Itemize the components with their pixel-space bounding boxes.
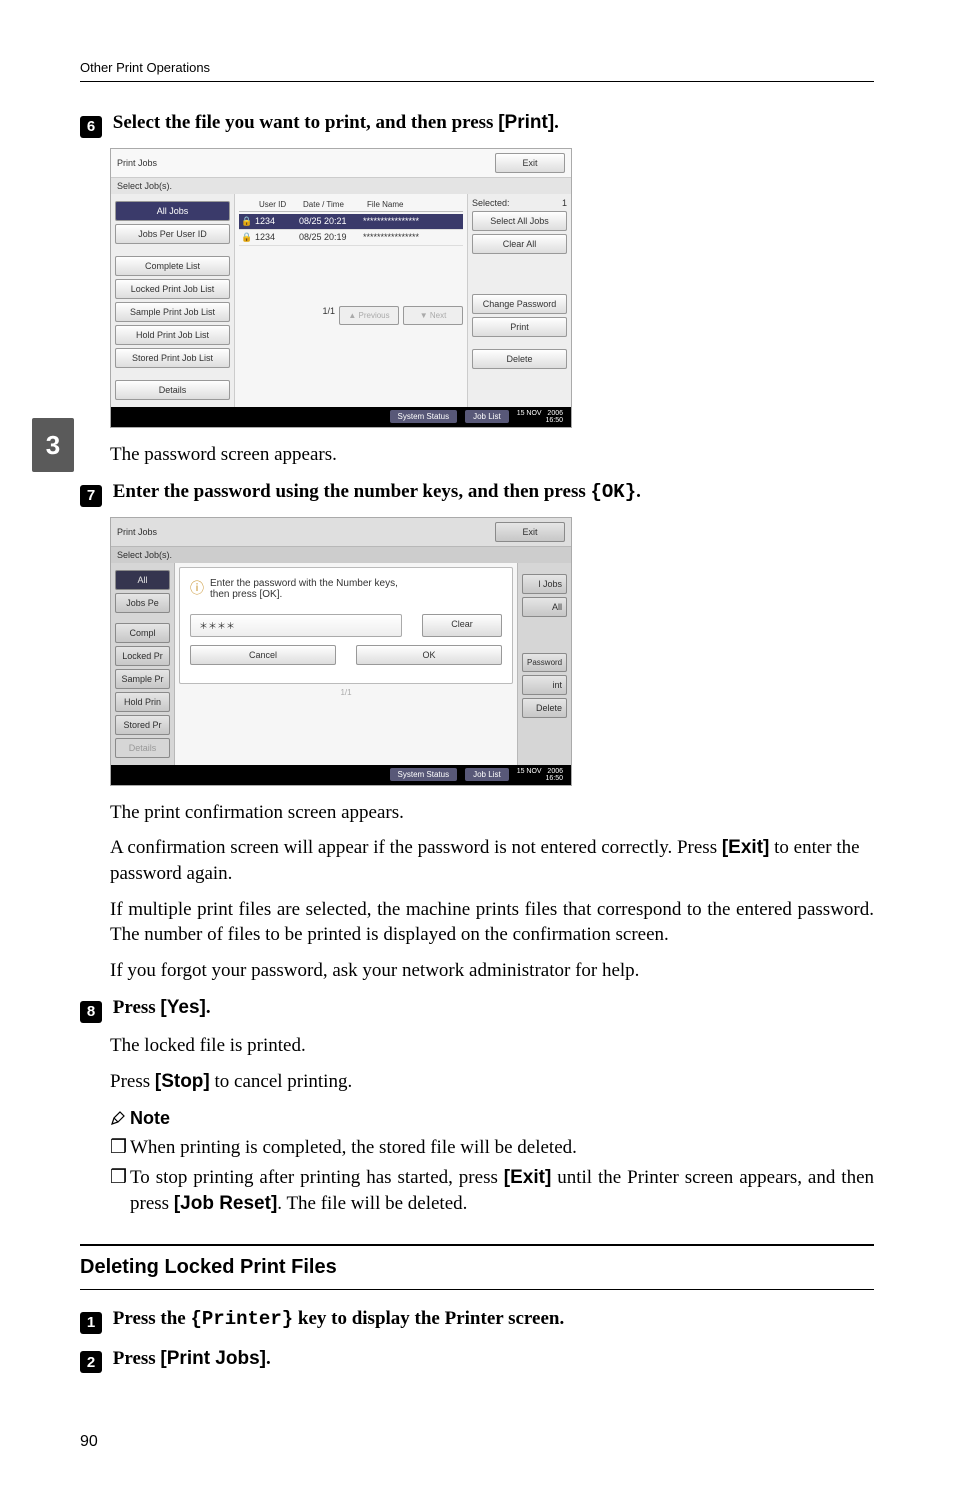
- complete-button[interactable]: Compl: [115, 623, 170, 643]
- job-list-button[interactable]: Job List: [465, 768, 509, 781]
- screenshot-print-jobs: Print Jobs Exit Select Job(s). All Jobs …: [110, 148, 572, 428]
- ok-button[interactable]: OK: [356, 645, 502, 665]
- step-1: 1 Press the {Printer} key to display the…: [80, 1308, 874, 1334]
- exit-button[interactable]: Exit: [495, 522, 565, 542]
- column-headers: User ID Date / Time File Name: [239, 198, 463, 212]
- details-button[interactable]: Details: [115, 380, 230, 400]
- lock-icon: 🔒: [241, 232, 251, 243]
- step-2: 2 Press [Print Jobs].: [80, 1348, 874, 1374]
- screenshot-password-entry: Print Jobs Exit Select Job(s). All Jobs …: [110, 517, 572, 786]
- step-num-8: 8: [80, 1001, 102, 1023]
- cancel-button[interactable]: Cancel: [190, 645, 336, 665]
- panel-subhead: Select Job(s).: [111, 178, 571, 194]
- exit-button[interactable]: Exit: [495, 153, 565, 173]
- step-num-1: 1: [80, 1312, 102, 1334]
- jobs-per-user-button[interactable]: Jobs Per User ID: [115, 224, 230, 244]
- step-num-6: 6: [80, 116, 102, 138]
- running-head: Other Print Operations: [80, 60, 874, 82]
- hold-list-button[interactable]: Hold Print Job List: [115, 325, 230, 345]
- selected-label: Selected:: [472, 198, 510, 208]
- hold-button[interactable]: Hold Prin: [115, 692, 170, 712]
- change-password-button[interactable]: Change Password: [472, 294, 567, 314]
- clear-button[interactable]: Clear: [422, 614, 502, 637]
- note-bullet: To stop printing after printing has star…: [110, 1165, 874, 1216]
- all-button[interactable]: All: [115, 570, 170, 590]
- stored-button[interactable]: Stored Pr: [115, 715, 170, 735]
- panel-title: Print Jobs: [117, 527, 157, 537]
- note-bullet: When printing is completed, the stored f…: [110, 1135, 874, 1161]
- stop-label: [Stop]: [155, 1071, 210, 1092]
- clear-all-button[interactable]: Clear All: [472, 234, 567, 254]
- step-8: 8 Press [Yes].: [80, 997, 874, 1023]
- locked-list-button[interactable]: Locked Print Job List: [115, 279, 230, 299]
- body-text: If multiple print files are selected, th…: [110, 897, 874, 948]
- footer-datetime: 15 NOV 2006 16:50: [517, 410, 563, 424]
- modal-text: Enter the password with the Number keys,…: [210, 578, 398, 600]
- locked-button[interactable]: Locked Pr: [115, 646, 170, 666]
- sample-list-button[interactable]: Sample Print Job List: [115, 302, 230, 322]
- body-text: The password screen appears.: [110, 442, 874, 468]
- prev-button[interactable]: ▲ Previous: [339, 306, 399, 325]
- ok-key-label: {OK}: [590, 481, 636, 503]
- job-row[interactable]: 🔒 1234 08/25 20:21 ****************: [239, 214, 463, 230]
- body-text: If you forgot your password, ask your ne…: [110, 958, 874, 984]
- body-text: The print confirmation screen appears.: [110, 800, 874, 826]
- job-list-button[interactable]: Job List: [465, 410, 509, 423]
- password-modal: ⓘ Enter the password with the Number key…: [179, 567, 513, 684]
- step-num-2: 2: [80, 1351, 102, 1373]
- password-field[interactable]: ＊＊＊＊: [190, 614, 402, 637]
- jobs-partial: l Jobs: [522, 574, 567, 594]
- body-text: Press [Stop] to cancel printing.: [110, 1069, 874, 1095]
- job-reset-label: [Job Reset]: [174, 1193, 277, 1214]
- system-status-button[interactable]: System Status: [390, 768, 458, 781]
- footer-datetime: 15 NOV 2006 16:50: [517, 768, 563, 782]
- sample-button[interactable]: Sample Pr: [115, 669, 170, 689]
- step-6: 6 Select the file you want to print, and…: [80, 112, 874, 138]
- pager: 1/1: [322, 306, 335, 325]
- delete-button[interactable]: Delete: [472, 349, 567, 369]
- lock-icon: 🔒: [241, 216, 251, 227]
- step-num-7: 7: [80, 485, 102, 507]
- exit-label: [Exit]: [722, 837, 770, 858]
- page-number: 90: [80, 1433, 874, 1451]
- all-partial: All: [522, 597, 567, 617]
- info-icon: ⓘ: [190, 578, 204, 598]
- delete-partial: Delete: [522, 698, 567, 718]
- yes-label: [Yes]: [160, 997, 205, 1018]
- password-partial: Password: [522, 653, 567, 672]
- body-text: A confirmation screen will appear if the…: [110, 835, 874, 886]
- panel-subhead: Select Job(s).: [111, 547, 571, 563]
- details-button: Details: [115, 738, 170, 758]
- section-title: Deleting Locked Print Files: [80, 1246, 874, 1290]
- complete-list-button[interactable]: Complete List: [115, 256, 230, 276]
- note-heading: Note: [110, 1108, 874, 1129]
- selected-count: 1: [562, 198, 567, 208]
- pencil-icon: [110, 1110, 126, 1126]
- print-button[interactable]: Print: [472, 317, 567, 337]
- system-status-button[interactable]: System Status: [390, 410, 458, 423]
- stored-list-button[interactable]: Stored Print Job List: [115, 348, 230, 368]
- all-jobs-button[interactable]: All Jobs: [115, 201, 230, 221]
- select-all-button[interactable]: Select All Jobs: [472, 211, 567, 231]
- job-row[interactable]: 🔒 1234 08/25 20:19 ****************: [239, 230, 463, 246]
- next-button[interactable]: ▼ Next: [403, 306, 463, 325]
- panel-title: Print Jobs: [117, 158, 157, 168]
- printer-key-label: {Printer}: [191, 1308, 294, 1330]
- body-text: The locked file is printed.: [110, 1033, 874, 1059]
- exit-label: [Exit]: [504, 1167, 552, 1188]
- int-partial: int: [522, 675, 567, 695]
- chapter-tab: 3: [32, 418, 74, 472]
- jobs-per-button[interactable]: Jobs Pe: [115, 593, 170, 613]
- print-button-label: [Print]: [498, 112, 554, 133]
- pager: 1/1: [340, 688, 351, 697]
- step-7: 7 Enter the password using the number ke…: [80, 481, 874, 507]
